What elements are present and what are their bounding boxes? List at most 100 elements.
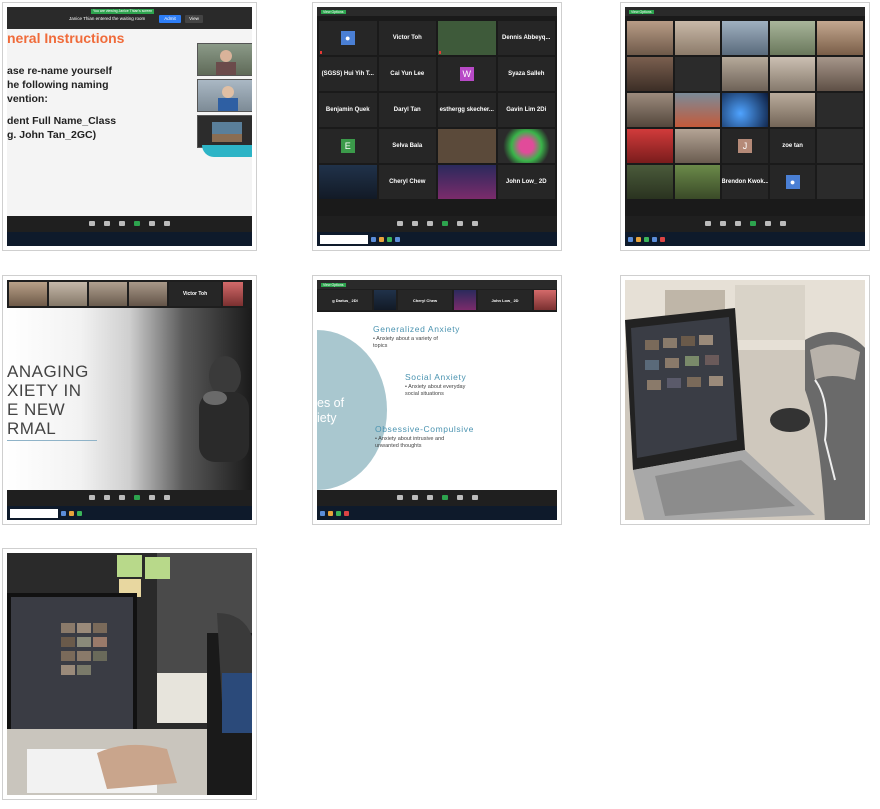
reactions-button[interactable] xyxy=(471,221,478,227)
participants-button[interactable] xyxy=(104,495,110,501)
record-button[interactable] xyxy=(764,221,771,227)
chat-button[interactable] xyxy=(426,221,433,227)
slide-heading: neral Instructions xyxy=(7,30,125,46)
participant-tile[interactable] xyxy=(817,57,863,91)
reactions-button[interactable] xyxy=(471,495,478,501)
admit-button[interactable]: Admit xyxy=(159,15,181,23)
share-screen-button[interactable] xyxy=(134,495,140,501)
thumbnail-laptop-photo[interactable] xyxy=(620,275,870,525)
participants-button[interactable] xyxy=(411,221,418,227)
windows-taskbar xyxy=(7,506,252,520)
participant-tile[interactable]: zoe tan xyxy=(769,129,816,163)
thumbnail-general-instructions[interactable]: You are viewing Janice Thian's screen Ja… xyxy=(2,2,257,251)
security-button[interactable] xyxy=(396,221,403,227)
reactions-button[interactable] xyxy=(164,495,170,501)
participant-tile[interactable]: Daryl Tan xyxy=(378,93,436,127)
participant-tile[interactable] xyxy=(674,165,721,199)
participant-tile[interactable]: Brendon Kwok... xyxy=(722,165,768,199)
chat-button[interactable] xyxy=(119,495,125,501)
security-button[interactable] xyxy=(704,221,711,227)
record-button[interactable] xyxy=(149,221,155,227)
participant-tile[interactable]: J xyxy=(722,129,768,163)
participant-tile[interactable]: ● xyxy=(769,165,816,199)
participant-tile[interactable]: Cai Yun Lee xyxy=(378,57,436,91)
participant-tile[interactable] xyxy=(627,165,673,199)
participant-tile[interactable] xyxy=(817,93,863,127)
participant-video xyxy=(534,290,556,310)
participant-tile: g Darius_ 2DI xyxy=(318,290,372,310)
participant-tile[interactable] xyxy=(627,21,673,55)
participant-tile[interactable]: Gavin Lim 2Di xyxy=(497,93,555,127)
participant-tile[interactable]: Syaza Salleh xyxy=(497,57,555,91)
participant-tile[interactable] xyxy=(627,129,673,163)
view-options-button[interactable]: View Options xyxy=(629,9,654,14)
participant-tile[interactable] xyxy=(438,21,496,55)
thumbnail-managing-anxiety[interactable]: Victor Toh ANAGING XIETY IN E NEW RMAL xyxy=(2,275,257,525)
thumbnail-desktop-photo[interactable] xyxy=(2,548,257,800)
thumbnail-types-of-anxiety[interactable]: View Options g Darius_ 2DI Cheryl Chew J… xyxy=(312,275,562,525)
chat-button[interactable] xyxy=(426,495,433,501)
participant-tile[interactable] xyxy=(769,57,816,91)
participant-tile[interactable]: John Low_ 2D xyxy=(497,165,555,199)
participant-tile[interactable] xyxy=(817,129,863,163)
participant-tile[interactable] xyxy=(627,93,673,127)
reactions-button[interactable] xyxy=(164,221,170,227)
participant-tile[interactable] xyxy=(438,165,496,199)
participant-tile[interactable] xyxy=(674,21,721,55)
participant-tile[interactable] xyxy=(674,93,721,127)
participant-tile[interactable] xyxy=(627,57,673,91)
thumbnail-gallery-names[interactable]: View Options ● Victor Toh Dennis Abbeyq.… xyxy=(312,2,562,251)
participant-tile[interactable] xyxy=(769,21,816,55)
participant-tile[interactable]: Selva Bala xyxy=(378,129,436,163)
record-button[interactable] xyxy=(149,495,155,501)
chat-button[interactable] xyxy=(734,221,741,227)
share-screen-button[interactable] xyxy=(134,221,140,227)
participant-tile[interactable] xyxy=(817,21,863,55)
reactions-button[interactable] xyxy=(779,221,786,227)
participant-tile[interactable]: esthergg skecher... xyxy=(438,93,496,127)
share-screen-button[interactable] xyxy=(441,221,448,227)
taskbar-search[interactable] xyxy=(10,508,58,518)
taskbar-search[interactable] xyxy=(320,234,368,244)
participant-tile[interactable]: Benjamin Quek xyxy=(319,93,377,127)
security-button[interactable] xyxy=(89,221,95,227)
participants-button[interactable] xyxy=(719,221,726,227)
participant-tile[interactable]: (SGSS) Hui Yih T... xyxy=(319,57,377,91)
participant-video xyxy=(9,282,47,306)
participant-tile[interactable] xyxy=(674,129,721,163)
participant-tile[interactable] xyxy=(722,21,768,55)
view-options-button[interactable]: View Options xyxy=(321,9,346,14)
slide-title-line: E NEW xyxy=(7,400,66,419)
participant-tile[interactable] xyxy=(438,129,496,163)
participant-tile[interactable]: Victor Toh xyxy=(378,21,436,55)
participant-tile[interactable] xyxy=(817,165,863,199)
participants-button[interactable] xyxy=(104,221,110,227)
view-button[interactable]: View xyxy=(185,15,203,23)
participants-button[interactable] xyxy=(411,495,418,501)
participant-tile[interactable]: Cheryl Chew xyxy=(378,165,436,199)
participant-tile[interactable] xyxy=(497,129,555,163)
record-button[interactable] xyxy=(456,495,463,501)
chat-button[interactable] xyxy=(119,221,125,227)
security-button[interactable] xyxy=(396,495,403,501)
participant-tile[interactable]: ● xyxy=(319,21,377,55)
security-button[interactable] xyxy=(89,495,95,501)
record-button[interactable] xyxy=(456,221,463,227)
participant-tile[interactable] xyxy=(319,165,377,199)
section-bullet: • Anxiety about a variety of topics xyxy=(373,336,438,350)
view-options-button[interactable]: View Options xyxy=(321,282,346,287)
initial-avatar: J xyxy=(737,139,752,153)
share-screen-button[interactable] xyxy=(749,221,756,227)
meeting-toolbar xyxy=(317,490,557,506)
thumbnail-gallery-faces[interactable]: View Options J zoe tan Brendon Kwok... ● xyxy=(620,2,870,251)
share-screen-button[interactable] xyxy=(441,495,448,501)
participant-tile[interactable]: W xyxy=(438,57,496,91)
user-avatar-icon: ● xyxy=(785,175,800,189)
meeting-top-strip: View Options xyxy=(625,7,865,16)
participant-tile[interactable]: E xyxy=(319,129,377,163)
participant-tile[interactable] xyxy=(722,93,768,127)
participant-tile[interactable] xyxy=(722,57,768,91)
participant-tile[interactable]: Dennis Abbeyq... xyxy=(497,21,555,55)
participant-tile[interactable] xyxy=(769,93,816,127)
participant-tile[interactable] xyxy=(674,57,721,91)
